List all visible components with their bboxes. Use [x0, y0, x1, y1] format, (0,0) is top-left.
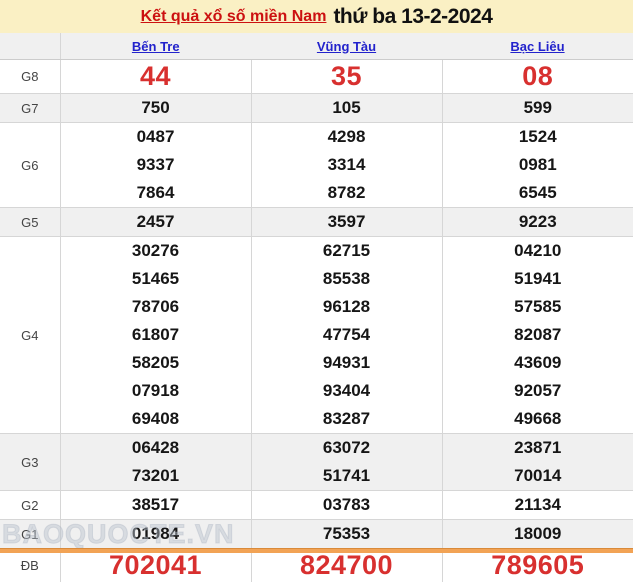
table-row-g5: G5 2457 3597 9223 [0, 208, 633, 237]
prize-value: 04210 [442, 237, 633, 266]
prize-value: 18009 [442, 520, 633, 549]
prize-value: 47754 [251, 321, 442, 349]
prize-value: 78706 [60, 293, 251, 321]
prize-value: 51941 [442, 265, 633, 293]
prize-value: 70014 [442, 462, 633, 491]
prize-value: 9223 [442, 208, 633, 237]
bottom-accent-bar [0, 548, 633, 553]
prize-value: 07918 [60, 377, 251, 405]
prize-value: 702041 [60, 549, 251, 582]
prize-value: 7864 [60, 179, 251, 208]
prize-value: 49668 [442, 405, 633, 434]
prize-label-g3: G3 [0, 434, 60, 491]
table-row-g4-7: 69408 83287 49668 [0, 405, 633, 434]
lottery-results-table: Bến Tre Vũng Tàu Bạc Liêu G8 44 35 08 G7… [0, 33, 633, 582]
prize-value: 35 [251, 60, 442, 94]
prize-value: 69408 [60, 405, 251, 434]
region-title-link[interactable]: Kết quả xổ số miền Nam [141, 8, 327, 26]
column-header-vung-tau: Vũng Tàu [251, 33, 442, 60]
table-row-g4-1: G4 30276 62715 04210 [0, 237, 633, 266]
prize-label-g5: G5 [0, 208, 60, 237]
prize-label-g8: G8 [0, 60, 60, 94]
table-row-g3-1: G3 06428 63072 23871 [0, 434, 633, 463]
column-header-row: Bến Tre Vũng Tàu Bạc Liêu [0, 33, 633, 60]
prize-value: 2457 [60, 208, 251, 237]
prize-value: 82087 [442, 321, 633, 349]
prize-value: 51465 [60, 265, 251, 293]
table-row-g2: G2 38517 03783 21134 [0, 491, 633, 520]
prize-value: 63072 [251, 434, 442, 463]
prize-value: 06428 [60, 434, 251, 463]
prize-value: 599 [442, 94, 633, 123]
prize-value: 789605 [442, 549, 633, 582]
prize-label-g4: G4 [0, 237, 60, 434]
prize-label-db: ĐB [0, 549, 60, 582]
table-row-g8: G8 44 35 08 [0, 60, 633, 94]
prize-value: 105 [251, 94, 442, 123]
table-row-g7: G7 750 105 599 [0, 94, 633, 123]
prize-label-g7: G7 [0, 94, 60, 123]
page-title: Kết quả xổ số miền Nam thứ ba 13-2-2024 [0, 0, 633, 33]
table-row-g6-1: G6 0487 4298 1524 [0, 123, 633, 152]
prize-value: 750 [60, 94, 251, 123]
prize-value: 94931 [251, 349, 442, 377]
draw-date: thứ ba 13-2-2024 [333, 5, 492, 29]
table-row-g4-5: 58205 94931 43609 [0, 349, 633, 377]
prize-value: 01984 [60, 520, 251, 549]
prize-label-g2: G2 [0, 491, 60, 520]
table-row-g3-2: 73201 51741 70014 [0, 462, 633, 491]
prize-value: 61807 [60, 321, 251, 349]
prize-value: 0981 [442, 151, 633, 179]
table-row-g1: G1 01984 75353 18009 [0, 520, 633, 549]
prize-label-g6: G6 [0, 123, 60, 208]
prize-value: 30276 [60, 237, 251, 266]
prize-value: 43609 [442, 349, 633, 377]
table-row-g4-4: 61807 47754 82087 [0, 321, 633, 349]
prize-value: 62715 [251, 237, 442, 266]
prize-value: 23871 [442, 434, 633, 463]
table-row-g4-2: 51465 85538 51941 [0, 265, 633, 293]
prize-value: 92057 [442, 377, 633, 405]
table-row-g4-3: 78706 96128 57585 [0, 293, 633, 321]
prize-value: 96128 [251, 293, 442, 321]
prize-value: 03783 [251, 491, 442, 520]
province-link-vung-tau[interactable]: Vũng Tàu [317, 39, 376, 54]
table-row-g6-2: 9337 3314 0981 [0, 151, 633, 179]
table-row-g4-6: 07918 93404 92057 [0, 377, 633, 405]
prize-value: 75353 [251, 520, 442, 549]
prize-value: 83287 [251, 405, 442, 434]
column-header-ben-tre: Bến Tre [60, 33, 251, 60]
prize-value: 3314 [251, 151, 442, 179]
prize-value: 93404 [251, 377, 442, 405]
table-row-db: ĐB 702041 824700 789605 [0, 549, 633, 582]
prize-value: 51741 [251, 462, 442, 491]
prize-value: 8782 [251, 179, 442, 208]
prize-value: 57585 [442, 293, 633, 321]
prize-value: 38517 [60, 491, 251, 520]
prize-value: 21134 [442, 491, 633, 520]
prize-value: 58205 [60, 349, 251, 377]
prize-value: 73201 [60, 462, 251, 491]
prize-value: 1524 [442, 123, 633, 152]
prize-value: 824700 [251, 549, 442, 582]
province-link-bac-lieu[interactable]: Bạc Liêu [510, 39, 564, 54]
prize-value: 4298 [251, 123, 442, 152]
prize-value: 85538 [251, 265, 442, 293]
prize-value: 0487 [60, 123, 251, 152]
corner-cell [0, 33, 60, 60]
prize-value: 3597 [251, 208, 442, 237]
prize-value: 44 [60, 60, 251, 94]
province-link-ben-tre[interactable]: Bến Tre [132, 39, 180, 54]
column-header-bac-lieu: Bạc Liêu [442, 33, 633, 60]
prize-value: 08 [442, 60, 633, 94]
prize-label-g1: G1 [0, 520, 60, 549]
prize-value: 6545 [442, 179, 633, 208]
table-row-g6-3: 7864 8782 6545 [0, 179, 633, 208]
prize-value: 9337 [60, 151, 251, 179]
